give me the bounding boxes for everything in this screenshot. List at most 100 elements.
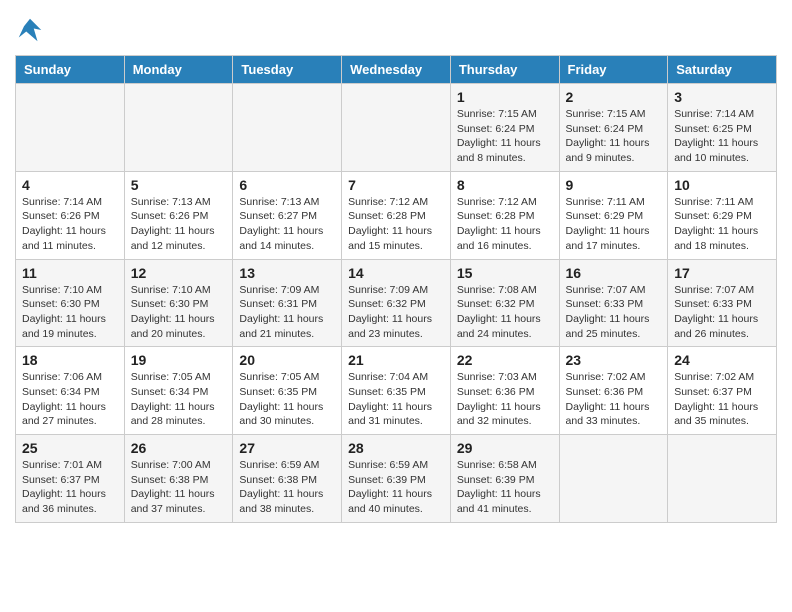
calendar-cell: 19 Sunrise: 7:05 AMSunset: 6:34 PMDayligh… <box>124 347 233 435</box>
day-number: 18 <box>22 352 118 368</box>
day-number: 2 <box>566 89 662 105</box>
calendar-cell: 12 Sunrise: 7:10 AMSunset: 6:30 PMDayligh… <box>124 259 233 347</box>
day-info: Sunrise: 7:14 AMSunset: 6:26 PMDaylight:… <box>22 195 118 254</box>
day-info: Sunrise: 7:00 AMSunset: 6:38 PMDaylight:… <box>131 458 227 517</box>
day-info: Sunrise: 7:12 AMSunset: 6:28 PMDaylight:… <box>348 195 444 254</box>
day-number: 24 <box>674 352 770 368</box>
day-info: Sunrise: 7:02 AMSunset: 6:36 PMDaylight:… <box>566 370 662 429</box>
day-number: 12 <box>131 265 227 281</box>
day-number: 20 <box>239 352 335 368</box>
calendar-week-2: 4 Sunrise: 7:14 AMSunset: 6:26 PMDaylight… <box>16 171 777 259</box>
day-info: Sunrise: 7:09 AMSunset: 6:31 PMDaylight:… <box>239 283 335 342</box>
day-number: 21 <box>348 352 444 368</box>
day-number: 23 <box>566 352 662 368</box>
calendar-cell: 9Sunrise: 7:11 AMSunset: 6:29 PMDaylight… <box>559 171 668 259</box>
calendar-cell: 17 Sunrise: 7:07 AMSunset: 6:33 PMDayligh… <box>668 259 777 347</box>
day-number: 25 <box>22 440 118 456</box>
calendar-cell: 23 Sunrise: 7:02 AMSunset: 6:36 PMDayligh… <box>559 347 668 435</box>
day-info: Sunrise: 7:01 AMSunset: 6:37 PMDaylight:… <box>22 458 118 517</box>
day-number: 29 <box>457 440 553 456</box>
day-number: 14 <box>348 265 444 281</box>
day-info: Sunrise: 7:10 AMSunset: 6:30 PMDaylight:… <box>131 283 227 342</box>
calendar-cell <box>233 84 342 172</box>
day-number: 11 <box>22 265 118 281</box>
calendar-cell <box>16 84 125 172</box>
page-header <box>15 15 777 45</box>
weekday-header-wednesday: Wednesday <box>342 56 451 84</box>
day-number: 10 <box>674 177 770 193</box>
calendar-table: SundayMondayTuesdayWednesdayThursdayFrid… <box>15 55 777 523</box>
day-number: 15 <box>457 265 553 281</box>
calendar-cell: 2Sunrise: 7:15 AMSunset: 6:24 PMDaylight… <box>559 84 668 172</box>
day-info: Sunrise: 7:08 AMSunset: 6:32 PMDaylight:… <box>457 283 553 342</box>
weekday-header-thursday: Thursday <box>450 56 559 84</box>
calendar-cell: 24Sunrise: 7:02 AMSunset: 6:37 PMDayligh… <box>668 347 777 435</box>
calendar-cell: 3Sunrise: 7:14 AMSunset: 6:25 PMDaylight… <box>668 84 777 172</box>
day-info: Sunrise: 7:13 AMSunset: 6:26 PMDaylight:… <box>131 195 227 254</box>
day-number: 1 <box>457 89 553 105</box>
calendar-header: SundayMondayTuesdayWednesdayThursdayFrid… <box>16 56 777 84</box>
weekday-header-saturday: Saturday <box>668 56 777 84</box>
weekday-header-friday: Friday <box>559 56 668 84</box>
day-info: Sunrise: 7:06 AMSunset: 6:34 PMDaylight:… <box>22 370 118 429</box>
day-number: 17 <box>674 265 770 281</box>
day-info: Sunrise: 6:59 AMSunset: 6:39 PMDaylight:… <box>348 458 444 517</box>
day-info: Sunrise: 7:04 AMSunset: 6:35 PMDaylight:… <box>348 370 444 429</box>
day-info: Sunrise: 6:59 AMSunset: 6:38 PMDaylight:… <box>239 458 335 517</box>
calendar-cell: 29 Sunrise: 6:58 AMSunset: 6:39 PMDayligh… <box>450 435 559 523</box>
day-info: Sunrise: 7:14 AMSunset: 6:25 PMDaylight:… <box>674 107 770 166</box>
calendar-cell <box>668 435 777 523</box>
logo-icon <box>15 15 45 45</box>
calendar-body: 1 Sunrise: 7:15 AMSunset: 6:24 PMDaylight… <box>16 84 777 523</box>
calendar-cell: 25 Sunrise: 7:01 AMSunset: 6:37 PMDayligh… <box>16 435 125 523</box>
weekday-header-monday: Monday <box>124 56 233 84</box>
calendar-cell: 16 Sunrise: 7:07 AMSunset: 6:33 PMDayligh… <box>559 259 668 347</box>
calendar-cell: 4 Sunrise: 7:14 AMSunset: 6:26 PMDaylight… <box>16 171 125 259</box>
calendar-cell: 15 Sunrise: 7:08 AMSunset: 6:32 PMDayligh… <box>450 259 559 347</box>
calendar-week-1: 1 Sunrise: 7:15 AMSunset: 6:24 PMDaylight… <box>16 84 777 172</box>
calendar-cell: 21 Sunrise: 7:04 AMSunset: 6:35 PMDayligh… <box>342 347 451 435</box>
day-number: 5 <box>131 177 227 193</box>
calendar-week-4: 18 Sunrise: 7:06 AMSunset: 6:34 PMDayligh… <box>16 347 777 435</box>
calendar-cell <box>124 84 233 172</box>
day-info: Sunrise: 7:05 AMSunset: 6:34 PMDaylight:… <box>131 370 227 429</box>
calendar-cell <box>342 84 451 172</box>
day-info: Sunrise: 7:13 AMSunset: 6:27 PMDaylight:… <box>239 195 335 254</box>
day-number: 16 <box>566 265 662 281</box>
day-number: 28 <box>348 440 444 456</box>
calendar-cell: 14 Sunrise: 7:09 AMSunset: 6:32 PMDayligh… <box>342 259 451 347</box>
day-info: Sunrise: 7:05 AMSunset: 6:35 PMDaylight:… <box>239 370 335 429</box>
day-number: 8 <box>457 177 553 193</box>
day-info: Sunrise: 7:09 AMSunset: 6:32 PMDaylight:… <box>348 283 444 342</box>
calendar-cell: 13 Sunrise: 7:09 AMSunset: 6:31 PMDayligh… <box>233 259 342 347</box>
calendar-cell: 27 Sunrise: 6:59 AMSunset: 6:38 PMDayligh… <box>233 435 342 523</box>
day-number: 7 <box>348 177 444 193</box>
day-info: Sunrise: 6:58 AMSunset: 6:39 PMDaylight:… <box>457 458 553 517</box>
calendar-cell: 18 Sunrise: 7:06 AMSunset: 6:34 PMDayligh… <box>16 347 125 435</box>
calendar-cell: 8Sunrise: 7:12 AMSunset: 6:28 PMDaylight… <box>450 171 559 259</box>
calendar-cell: 26 Sunrise: 7:00 AMSunset: 6:38 PMDayligh… <box>124 435 233 523</box>
calendar-cell: 22Sunrise: 7:03 AMSunset: 6:36 PMDayligh… <box>450 347 559 435</box>
day-info: Sunrise: 7:07 AMSunset: 6:33 PMDaylight:… <box>674 283 770 342</box>
calendar-cell: 11Sunrise: 7:10 AMSunset: 6:30 PMDayligh… <box>16 259 125 347</box>
day-info: Sunrise: 7:15 AMSunset: 6:24 PMDaylight:… <box>457 107 553 166</box>
day-number: 26 <box>131 440 227 456</box>
day-info: Sunrise: 7:11 AMSunset: 6:29 PMDaylight:… <box>674 195 770 254</box>
day-number: 19 <box>131 352 227 368</box>
day-info: Sunrise: 7:07 AMSunset: 6:33 PMDaylight:… <box>566 283 662 342</box>
calendar-cell: 7 Sunrise: 7:12 AMSunset: 6:28 PMDaylight… <box>342 171 451 259</box>
calendar-cell: 6 Sunrise: 7:13 AMSunset: 6:27 PMDaylight… <box>233 171 342 259</box>
day-number: 13 <box>239 265 335 281</box>
calendar-cell: 5 Sunrise: 7:13 AMSunset: 6:26 PMDaylight… <box>124 171 233 259</box>
calendar-cell: 28 Sunrise: 6:59 AMSunset: 6:39 PMDayligh… <box>342 435 451 523</box>
day-info: Sunrise: 7:03 AMSunset: 6:36 PMDaylight:… <box>457 370 553 429</box>
day-number: 6 <box>239 177 335 193</box>
calendar-cell <box>559 435 668 523</box>
weekday-header-sunday: Sunday <box>16 56 125 84</box>
day-number: 4 <box>22 177 118 193</box>
day-number: 27 <box>239 440 335 456</box>
weekday-header-tuesday: Tuesday <box>233 56 342 84</box>
day-number: 9 <box>566 177 662 193</box>
logo <box>15 15 49 45</box>
calendar-cell: 20 Sunrise: 7:05 AMSunset: 6:35 PMDayligh… <box>233 347 342 435</box>
